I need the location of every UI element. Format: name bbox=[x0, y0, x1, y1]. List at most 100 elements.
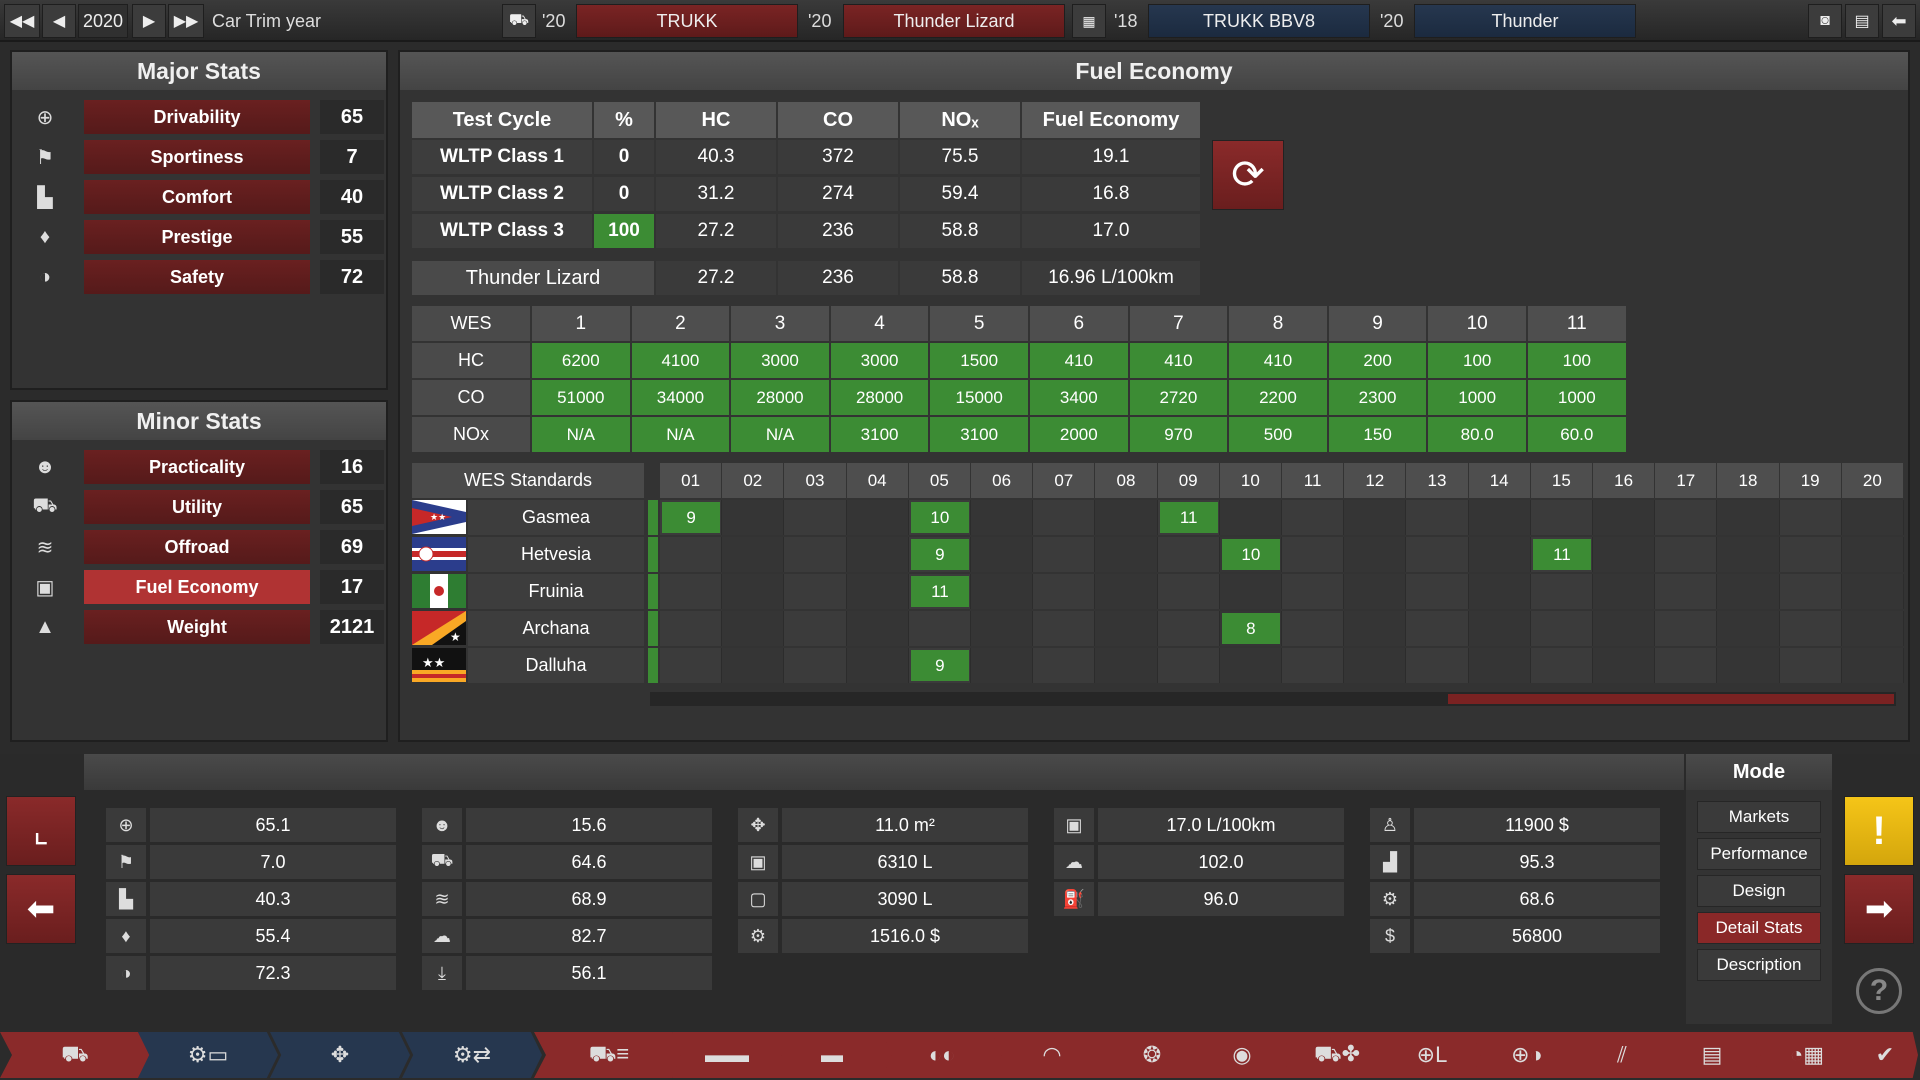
seats-icon[interactable]: ⫽ bbox=[1572, 1032, 1672, 1078]
summary-co: 236 bbox=[778, 261, 898, 295]
mode-detail-stats[interactable]: Detail Stats bbox=[1697, 912, 1821, 944]
cycle-nox: 59.4 bbox=[900, 177, 1020, 211]
cycle-percent[interactable]: 100 bbox=[594, 214, 654, 248]
stat-offroad[interactable]: ≋ Offroad 69 bbox=[26, 530, 384, 564]
steering-wheel-icon: ⊕ bbox=[36, 106, 54, 129]
suspension-icon[interactable]: ✥ bbox=[270, 1032, 410, 1078]
stat-label: Practicality bbox=[84, 450, 310, 484]
stat-value: 40 bbox=[320, 180, 384, 214]
standard-carryover-bar bbox=[648, 611, 658, 646]
standard-cell bbox=[1406, 648, 1469, 683]
th-nox: NOₓ bbox=[900, 102, 1020, 138]
testing-icon[interactable]: ◔▦ bbox=[1752, 1032, 1862, 1078]
body-design-icon[interactable]: ⛟≡ bbox=[534, 1032, 684, 1078]
wes-cell: 51000 bbox=[532, 380, 630, 415]
brake-icon[interactable]: ◉ bbox=[1192, 1032, 1292, 1078]
bottom-stat-value: 72.3 bbox=[150, 956, 396, 990]
back-arrow-icon[interactable]: ⬅ bbox=[6, 874, 76, 944]
major-stats-panel: Major Stats ⊕ Drivability 65 ⚑ Sportines… bbox=[10, 50, 388, 390]
stat-label: Drivability bbox=[84, 100, 310, 134]
horizontal-scrollbar[interactable] bbox=[650, 692, 1896, 706]
standard-cell bbox=[971, 648, 1034, 683]
cycle-percent[interactable]: 0 bbox=[594, 140, 654, 174]
steering-icon[interactable]: ⊕L bbox=[1382, 1032, 1482, 1078]
drivetrain-icon[interactable]: ⚙⇄ bbox=[402, 1032, 542, 1078]
gauges-icon[interactable]: ◐◐ bbox=[882, 1032, 1002, 1078]
slot-trukk-bbv8[interactable]: TRUKK BBV8 bbox=[1148, 4, 1370, 38]
standard-cell bbox=[1593, 611, 1656, 646]
stat-label: Utility bbox=[84, 490, 310, 524]
cycle-percent[interactable]: 0 bbox=[594, 177, 654, 211]
country-name: Hetvesia bbox=[468, 537, 644, 572]
wes-cell: N/A bbox=[532, 417, 630, 452]
graph-icon[interactable]: ⌞ bbox=[6, 796, 76, 866]
slot-thunder[interactable]: Thunder bbox=[1414, 4, 1636, 38]
engineering-icon: ⚙ bbox=[1370, 882, 1410, 916]
wes-cell: 150 bbox=[1328, 417, 1427, 452]
stat-prestige[interactable]: ♦ Prestige 55 bbox=[26, 220, 384, 254]
cargo-volume-icon: ▣ bbox=[738, 845, 778, 879]
next-year-icon[interactable]: ▶ bbox=[132, 4, 166, 38]
stat-weight[interactable]: ▲ Weight 2121 bbox=[26, 610, 384, 644]
svg-text:★★: ★★ bbox=[422, 655, 445, 670]
mode-performance[interactable]: Performance bbox=[1697, 838, 1821, 870]
stat-safety[interactable]: ◑ Safety 72 bbox=[26, 260, 384, 294]
safety-icon[interactable]: ⊕◑ bbox=[1472, 1032, 1582, 1078]
standard-cell bbox=[660, 537, 723, 572]
trim-icon[interactable]: ▬▬ bbox=[672, 1032, 782, 1078]
camera-icon[interactable]: ◙ bbox=[1808, 4, 1842, 38]
truck-icon: ⛟ bbox=[422, 845, 462, 879]
engine-block-icon[interactable]: ▬ bbox=[772, 1032, 892, 1078]
stat-fuel-economy[interactable]: ▣ Fuel Economy 17 bbox=[26, 570, 384, 604]
standard-cell bbox=[1841, 648, 1904, 683]
car-body-icon[interactable]: ⛟ bbox=[0, 1032, 150, 1078]
slot-trukk[interactable]: TRUKK bbox=[576, 4, 798, 38]
standard-carryover-bar bbox=[648, 537, 658, 572]
slot-thunder-lizard[interactable]: Thunder Lizard bbox=[843, 4, 1065, 38]
wheel-icon[interactable]: ❂ bbox=[1102, 1032, 1202, 1078]
fixture-icon[interactable]: ◠ bbox=[992, 1032, 1112, 1078]
mode-design[interactable]: Design bbox=[1697, 875, 1821, 907]
confirm-icon[interactable]: ✔ bbox=[1852, 1032, 1918, 1078]
mode-description[interactable]: Description bbox=[1697, 949, 1821, 981]
stat-utility[interactable]: ⛟ Utility 65 bbox=[26, 490, 384, 524]
standard-cell bbox=[1157, 537, 1220, 572]
back-icon[interactable]: ⬅ bbox=[1882, 4, 1916, 38]
skip-forward-icon[interactable]: ▶▶ bbox=[168, 4, 204, 38]
help-icon[interactable]: ? bbox=[1856, 968, 1902, 1014]
aero-icon[interactable]: ⛟✤ bbox=[1282, 1032, 1392, 1078]
stat-practicality[interactable]: ☻ Practicality 16 bbox=[26, 450, 384, 484]
scrollbar-thumb[interactable] bbox=[1448, 694, 1894, 704]
calculator-icon[interactable]: ▤ bbox=[1845, 4, 1879, 38]
chassis-icon[interactable]: ⚙▭ bbox=[138, 1032, 278, 1078]
wes-cell: 34000 bbox=[631, 380, 730, 415]
year-header: 06 bbox=[971, 463, 1033, 498]
year-header: 20 bbox=[1841, 463, 1903, 498]
mode-markets[interactable]: Markets bbox=[1697, 801, 1821, 833]
wes-level-header: 4 bbox=[830, 306, 929, 341]
skip-back-icon[interactable]: ◀◀ bbox=[4, 4, 40, 38]
standard-cell bbox=[722, 611, 785, 646]
wes-cell: 100 bbox=[1528, 343, 1626, 378]
stat-drivability[interactable]: ⊕ Drivability 65 bbox=[26, 100, 384, 134]
summary-car-name: Thunder Lizard bbox=[412, 261, 654, 295]
standard-cell bbox=[1841, 537, 1904, 572]
wes-cell: 410 bbox=[1030, 343, 1128, 378]
warning-icon[interactable]: ! bbox=[1844, 796, 1914, 866]
svg-text:★★: ★★ bbox=[430, 512, 446, 522]
standard-cell bbox=[971, 500, 1034, 535]
refresh-icon[interactable]: ⟳ bbox=[1212, 140, 1284, 210]
stat-sportiness[interactable]: ⚑ Sportiness 7 bbox=[26, 140, 384, 174]
bottom-stat-value: 15.6 bbox=[466, 808, 712, 842]
standard-cell bbox=[1717, 574, 1780, 609]
standard-cell bbox=[1655, 648, 1718, 683]
bottom-stat-value: 64.6 bbox=[466, 845, 712, 879]
stat-value: 65 bbox=[320, 490, 384, 524]
prev-year-icon[interactable]: ◀ bbox=[42, 4, 76, 38]
stat-comfort[interactable]: ▙ Comfort 40 bbox=[26, 180, 384, 214]
stats-sheet-icon[interactable]: ▤ bbox=[1662, 1032, 1762, 1078]
standard-carryover-bar bbox=[648, 574, 658, 609]
standard-cell bbox=[1406, 500, 1469, 535]
forward-arrow-icon[interactable]: ➡ bbox=[1844, 874, 1914, 944]
wes-cell: 410 bbox=[1129, 343, 1228, 378]
